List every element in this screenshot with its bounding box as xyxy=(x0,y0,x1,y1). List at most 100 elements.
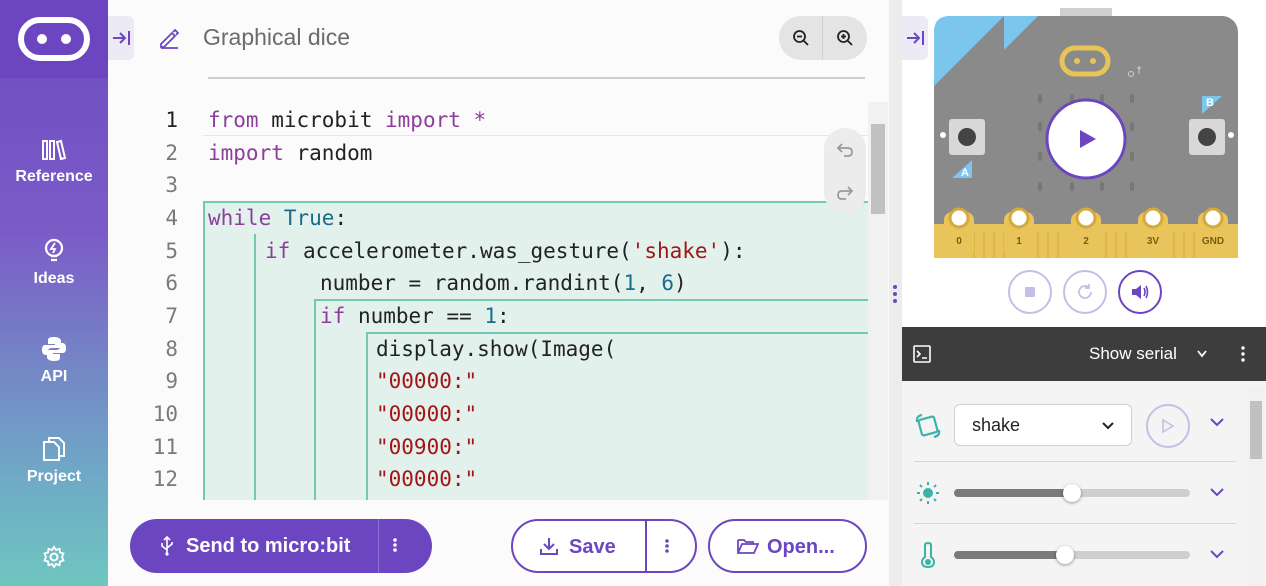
save-more-button[interactable] xyxy=(664,536,670,562)
code-line[interactable]: "00000:" xyxy=(376,402,477,426)
undo-button[interactable] xyxy=(824,128,866,171)
terminal-icon xyxy=(913,345,931,363)
code-line[interactable]: display.show(Image( xyxy=(376,337,616,361)
sidebar-item-api[interactable]: API xyxy=(0,336,108,386)
pin-label: 1 xyxy=(1016,236,1022,247)
sidebar-item-label: Project xyxy=(26,468,82,485)
code-line[interactable]: number = random.randint(1, 6) xyxy=(320,271,687,295)
code-token: 1 xyxy=(484,304,498,328)
zoom-out-button[interactable] xyxy=(779,16,823,60)
python-icon xyxy=(42,337,66,361)
line-number: 2 xyxy=(165,141,178,165)
slider-knob[interactable] xyxy=(1063,484,1081,502)
download-icon xyxy=(540,538,558,555)
code-token: from xyxy=(208,108,272,132)
collapse-sidebar-button[interactable] xyxy=(108,16,134,60)
code-token: import xyxy=(385,108,461,132)
undo-icon xyxy=(836,142,853,157)
stop-simulator-button[interactable] xyxy=(1008,270,1052,314)
code-line[interactable]: while True: xyxy=(208,206,347,230)
save-label: Save xyxy=(569,536,616,558)
sidebar-item-ideas[interactable]: Ideas xyxy=(0,238,108,288)
microbit-board: A B 0 1 2 3V GND xyxy=(934,8,1238,258)
code-token: ) xyxy=(674,271,687,295)
line-number: 1 xyxy=(165,108,178,132)
microbit-logo[interactable] xyxy=(0,0,108,78)
chevron-down-icon[interactable] xyxy=(1196,349,1208,359)
code-line[interactable]: import random xyxy=(208,141,372,165)
gesture-select[interactable]: shake xyxy=(954,404,1132,446)
code-line[interactable]: from microbit import * xyxy=(208,108,486,132)
pin-gnd[interactable] xyxy=(1198,207,1228,258)
light-level-icon xyxy=(917,482,939,504)
code-token: * xyxy=(460,108,487,132)
line-number: 3 xyxy=(165,173,178,197)
pin-label: 3V xyxy=(1147,236,1160,247)
drag-handle-icon[interactable] xyxy=(893,284,897,309)
volume-icon xyxy=(1132,285,1149,299)
pin-3v[interactable] xyxy=(1138,207,1168,258)
project-title[interactable]: Graphical dice xyxy=(203,24,350,51)
code-line[interactable]: "00000:" xyxy=(376,467,477,491)
chevron-down-icon[interactable] xyxy=(1208,486,1226,498)
more-vertical-icon xyxy=(665,539,669,553)
lightbulb-icon xyxy=(44,238,64,262)
line-number: 6 xyxy=(165,271,178,295)
code-editor[interactable]: 1 2 3 4 5 6 7 8 9 10 11 12 from microbit import * im… xyxy=(108,80,889,500)
mute-toggle-button[interactable] xyxy=(1118,270,1162,314)
code-line[interactable]: if accelerometer.was_gesture('shake'): xyxy=(265,239,745,263)
pin-0[interactable] xyxy=(944,207,974,258)
line-number: 9 xyxy=(165,369,178,393)
edit-title-button[interactable] xyxy=(158,27,180,54)
redo-icon xyxy=(837,185,854,200)
light-level-slider[interactable] xyxy=(954,484,1190,502)
code-token: number = random.randint( xyxy=(320,271,624,295)
reset-simulator-button[interactable] xyxy=(1063,270,1107,314)
sensors-scrollbar[interactable] xyxy=(1248,387,1264,586)
save-button[interactable]: Save xyxy=(511,519,697,573)
send-divider xyxy=(378,519,379,573)
code-token: number == xyxy=(357,304,485,328)
editor-scrollbar[interactable] xyxy=(868,102,888,500)
open-label: Open... xyxy=(767,536,835,558)
chevron-down-icon[interactable] xyxy=(1208,416,1226,428)
code-line[interactable]: if number == 1: xyxy=(320,304,510,328)
open-button[interactable]: Open... xyxy=(708,519,867,573)
reference-icon xyxy=(42,139,67,161)
sidebar-item-reference[interactable]: Reference xyxy=(0,138,108,186)
code-token: import xyxy=(208,141,297,165)
code-line[interactable]: "00000:" xyxy=(376,369,477,393)
code-token: microbit xyxy=(271,108,386,132)
settings-button[interactable] xyxy=(42,545,66,574)
gesture-select-value: shake xyxy=(972,415,1021,435)
sensors-scrollbar-thumb[interactable] xyxy=(1250,401,1262,459)
folder-open-icon xyxy=(737,539,759,554)
code-token: ): xyxy=(720,239,746,263)
redo-button[interactable] xyxy=(824,171,866,214)
code-token: random xyxy=(296,141,373,165)
code-token: True xyxy=(283,206,335,230)
editor-scrollbar-thumb[interactable] xyxy=(871,124,885,214)
send-gesture-button[interactable] xyxy=(1146,404,1190,448)
pin-1[interactable] xyxy=(1004,207,1034,258)
zoom-in-button[interactable] xyxy=(823,16,867,60)
code-token: 'shake' xyxy=(631,239,721,263)
show-serial-button[interactable]: Show serial xyxy=(1089,344,1177,364)
send-more-button[interactable] xyxy=(392,535,398,561)
sidebar-item-label: Ideas xyxy=(33,270,75,287)
sidebar-item-label: API xyxy=(40,368,68,385)
pin-2[interactable] xyxy=(1071,207,1101,258)
chevron-down-icon[interactable] xyxy=(1208,548,1226,560)
pin-label: 0 xyxy=(956,236,962,247)
code-line[interactable]: "00900:" xyxy=(376,435,477,459)
thermometer-icon xyxy=(920,542,936,568)
play-simulator-button[interactable] xyxy=(1045,98,1127,180)
temperature-slider[interactable] xyxy=(954,546,1190,564)
line-number: 10 xyxy=(152,402,178,426)
more-vertical-icon[interactable] xyxy=(1240,345,1246,363)
send-to-microbit-button[interactable]: Send to micro:bit xyxy=(130,519,432,573)
collapse-simulator-button[interactable] xyxy=(902,16,928,60)
sidebar-item-project[interactable]: Project xyxy=(0,436,108,486)
slider-knob[interactable] xyxy=(1055,546,1074,564)
code-token: , xyxy=(636,271,662,295)
